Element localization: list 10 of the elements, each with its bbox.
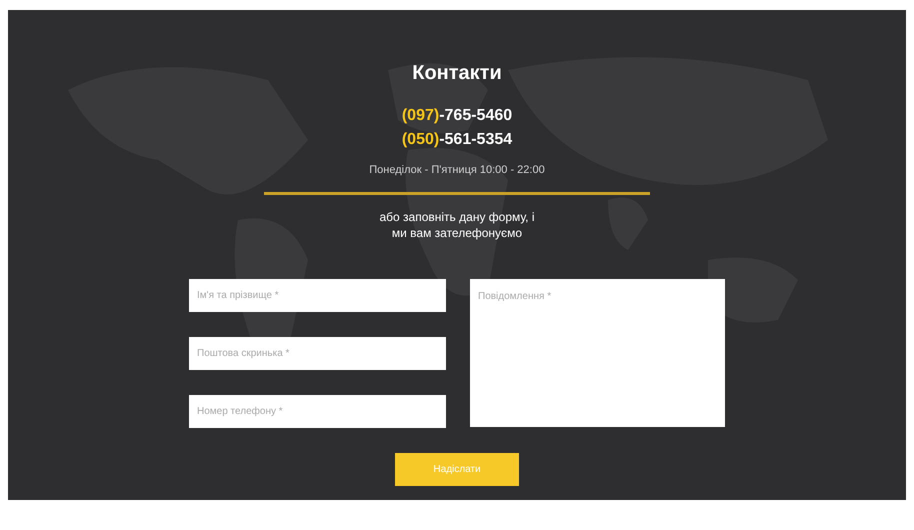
message-field[interactable]: Повідомлення * <box>470 278 725 426</box>
input-field[interactable]: Ім'я та прізвище * <box>189 278 446 312</box>
input-field[interactable]: Номер телефону * <box>189 394 446 428</box>
form-prompt: або заповніть дану форму, і ми вам зателефонуємо <box>379 208 535 240</box>
submit-button[interactable]: Надіслати <box>395 452 519 486</box>
page-title: Контакти <box>412 61 502 86</box>
input-field[interactable]: Поштова скринька * <box>189 336 446 370</box>
phone-number: (097)-765-5460 <box>402 106 512 126</box>
business-hours: Понеділок - П'ятниця 10:00 - 22:00 <box>369 163 545 178</box>
phone-number: (050)-561-5354 <box>402 130 512 150</box>
